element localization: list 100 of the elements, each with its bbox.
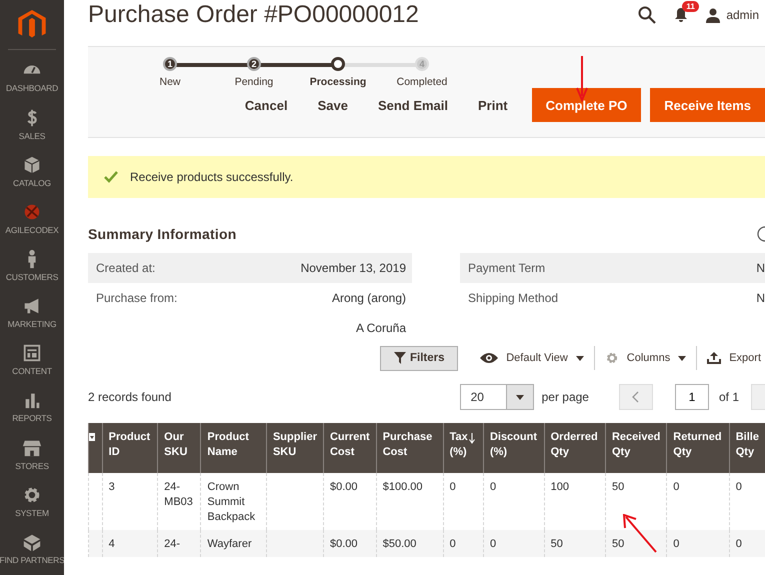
table-cell: 100 bbox=[550, 481, 569, 493]
column-header[interactable]: Received Qty bbox=[605, 423, 667, 473]
column-header[interactable]: Tax (%) bbox=[443, 423, 484, 473]
store-icon bbox=[22, 438, 42, 458]
column-header[interactable]: Orderred Qty bbox=[544, 423, 606, 473]
column-header[interactable]: Discount (%) bbox=[483, 423, 544, 473]
user-name[interactable]: admin bbox=[726, 8, 759, 22]
message-text: Receive products successfully. bbox=[130, 170, 294, 184]
table-cell: $0.00 bbox=[330, 481, 358, 493]
table-cell: 0 bbox=[736, 481, 742, 493]
collapse-icon[interactable] bbox=[757, 226, 765, 242]
table-cell: 24- bbox=[164, 538, 180, 550]
table-cell: 0 bbox=[673, 538, 680, 550]
field-value: A Coruña bbox=[356, 321, 407, 335]
caret-icon bbox=[516, 394, 524, 400]
table-cell: $100.00 bbox=[382, 481, 422, 493]
column-header[interactable]: Product Name bbox=[200, 423, 266, 473]
column-header[interactable]: Bille Qty bbox=[729, 423, 765, 473]
sidebar-item[interactable]: CONTENT bbox=[0, 339, 64, 386]
table-cell: 50 bbox=[612, 481, 624, 493]
table-cell: Wayfarer bbox=[207, 538, 252, 550]
field-value: N bbox=[756, 291, 765, 305]
table-cell: $50.00 bbox=[382, 538, 416, 550]
table-cell: 50 bbox=[550, 538, 563, 550]
step-label: Pending bbox=[234, 76, 274, 88]
field-label: Purchase from: bbox=[96, 291, 178, 305]
action-button[interactable]: Receive Items bbox=[650, 88, 765, 122]
page-title: Purchase Order #PO00000012 bbox=[88, 1, 420, 29]
table-cell: 4 bbox=[108, 538, 115, 550]
table-cell: 0 bbox=[490, 481, 496, 493]
search-icon[interactable] bbox=[638, 6, 656, 24]
column-header[interactable]: Product ID bbox=[102, 423, 158, 473]
page-input[interactable]: 1 bbox=[674, 384, 709, 410]
per-page-label: per page bbox=[542, 390, 589, 404]
step-label: Processing bbox=[310, 76, 366, 88]
table-cell: 50 bbox=[612, 538, 624, 550]
sidebar-item[interactable]: CATALOG bbox=[0, 150, 64, 198]
action-link[interactable]: Cancel bbox=[230, 98, 303, 112]
action-link[interactable]: Send Email bbox=[362, 98, 464, 112]
table-cell: 0 bbox=[450, 538, 456, 550]
sidebar-item[interactable]: CUSTOMERS bbox=[0, 244, 64, 292]
notification-count: 11 bbox=[682, 1, 699, 12]
box-icon bbox=[22, 154, 42, 175]
table-cell: 24-MB03 bbox=[164, 481, 193, 508]
caret-icon[interactable] bbox=[89, 433, 95, 441]
caret-icon bbox=[678, 356, 686, 360]
sidebar-item[interactable]: STORES bbox=[0, 434, 64, 481]
step-label: Completed bbox=[396, 76, 448, 88]
user-icon bbox=[706, 8, 720, 22]
gear-icon bbox=[22, 484, 42, 505]
table-cell: $0.00 bbox=[330, 538, 358, 550]
column-header[interactable]: Returned Qty bbox=[666, 423, 730, 473]
sidebar-item[interactable]: SALES bbox=[0, 104, 64, 151]
export-button[interactable]: Export bbox=[696, 346, 765, 370]
page-total: of 1 bbox=[718, 390, 739, 404]
sidebar-item[interactable]: FIND PARTNERS bbox=[0, 528, 64, 575]
annotation-arrow bbox=[576, 56, 588, 102]
column-header[interactable]: Our SKU bbox=[158, 423, 201, 473]
action-link[interactable]: Print bbox=[463, 98, 523, 112]
field-value: November 13, 2019 bbox=[300, 261, 407, 275]
column-header[interactable]: Current Cost bbox=[323, 423, 376, 473]
gear-icon bbox=[604, 351, 619, 365]
step-marker: 2 bbox=[247, 57, 261, 71]
step-label: New bbox=[159, 76, 180, 88]
caret-icon bbox=[576, 356, 584, 360]
columns-dropdown[interactable]: Columns bbox=[594, 346, 696, 370]
field-label: Created at: bbox=[96, 261, 156, 275]
table-cell: 0 bbox=[736, 538, 742, 550]
sidebar-item[interactable]: AGILECODEX bbox=[0, 198, 64, 245]
table-cell: 0 bbox=[673, 481, 680, 493]
sidebar-item[interactable]: MARKETING bbox=[0, 292, 64, 340]
sidebar-item[interactable]: REPORTS bbox=[0, 386, 64, 434]
sidebar-item[interactable]: SYSTEM bbox=[0, 480, 64, 528]
view-dropdown[interactable]: Default View bbox=[470, 346, 594, 370]
page-size-select[interactable]: 20 bbox=[460, 384, 534, 410]
records-count: 2 records found bbox=[88, 390, 172, 404]
table-cell: Crown Summit Backpack bbox=[207, 481, 256, 523]
chevron-left-icon bbox=[632, 391, 640, 403]
annotation-arrow bbox=[622, 514, 658, 554]
step-marker: 1 bbox=[163, 57, 177, 71]
bell-icon[interactable] bbox=[674, 7, 688, 23]
table-cell: 3 bbox=[108, 481, 115, 493]
layout-icon bbox=[22, 343, 42, 364]
table-cell: 0 bbox=[490, 538, 496, 550]
action-link[interactable]: Save bbox=[302, 98, 363, 112]
action-button[interactable]: Complete PO bbox=[532, 88, 642, 122]
sidebar-item[interactable]: DASHBOARD bbox=[0, 56, 64, 104]
sort-arrow-icon bbox=[468, 433, 475, 444]
column-header[interactable]: Supplier SKU bbox=[266, 423, 324, 473]
field-label: Payment Term bbox=[468, 261, 546, 275]
check-icon bbox=[104, 171, 118, 183]
column-header[interactable]: Purchase Cost bbox=[376, 423, 444, 473]
brand-icon bbox=[22, 202, 42, 222]
section-title: Summary Information bbox=[88, 226, 238, 242]
filters-button[interactable]: Filters bbox=[380, 346, 458, 370]
upload-icon bbox=[707, 352, 722, 364]
field-value: Arong (arong) bbox=[332, 291, 407, 305]
field-value: N bbox=[756, 261, 765, 275]
funnel-icon bbox=[394, 352, 406, 364]
table-cell: 0 bbox=[450, 481, 456, 493]
